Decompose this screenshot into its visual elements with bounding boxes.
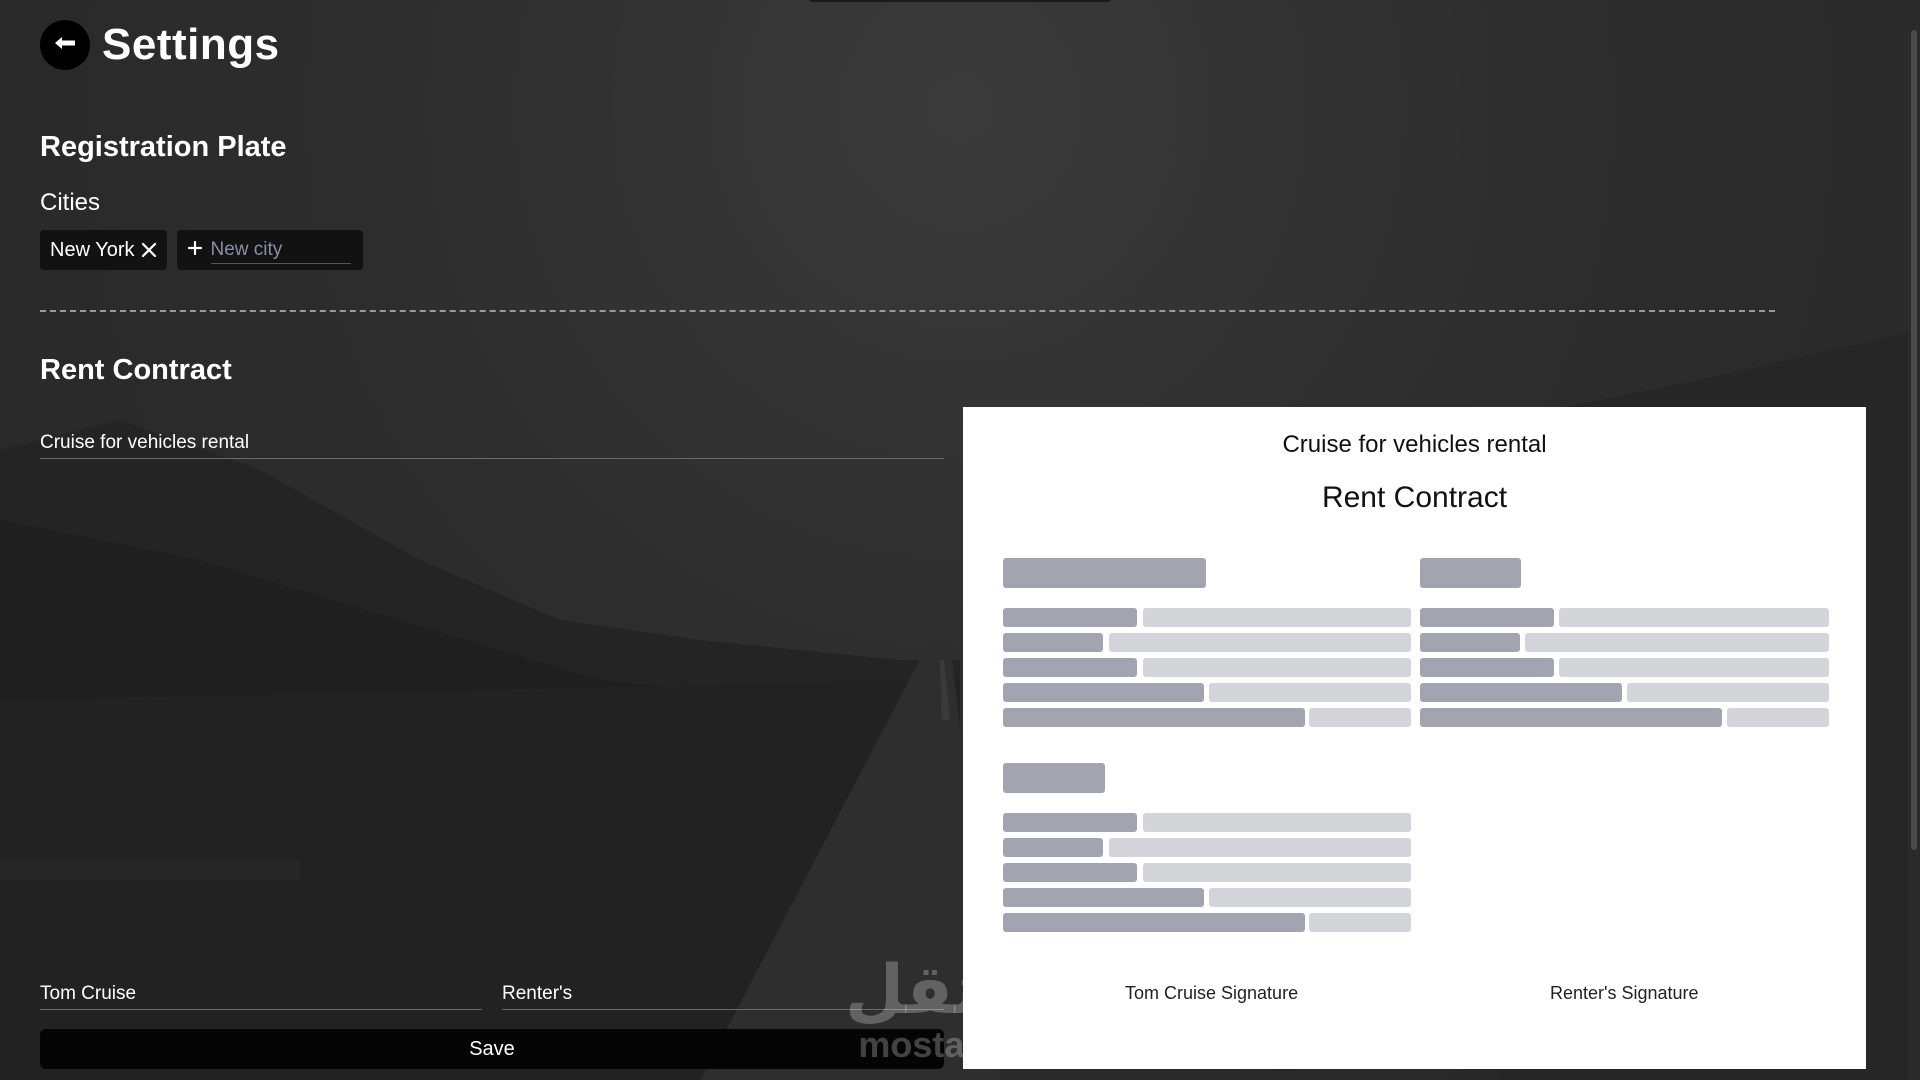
preview-placeholder-line <box>1420 633 1520 652</box>
preview-document-title: Rent Contract <box>1321 481 1508 514</box>
company-name-input[interactable] <box>40 428 944 459</box>
preview-owner-signature: Tom Cruise Signature <box>1125 983 1299 1003</box>
preview-placeholder-heading <box>1003 763 1105 793</box>
new-city-field <box>176 230 363 270</box>
preview-placeholder-heading <box>1420 558 1521 588</box>
preview-placeholder-line <box>1003 658 1137 677</box>
preview-placeholder-line <box>1525 633 1829 652</box>
page-header: Settings <box>40 20 280 70</box>
owner-signature-input[interactable] <box>40 979 482 1010</box>
top-accent-line <box>810 0 1110 2</box>
renter-signature-input[interactable] <box>502 979 944 1010</box>
city-chip-label: New York <box>50 238 135 261</box>
preview-placeholder-line <box>1559 658 1829 677</box>
section-divider <box>40 310 1775 312</box>
preview-placeholder-line <box>1627 683 1829 702</box>
preview-placeholder-line <box>1209 888 1411 907</box>
arrow-left-icon <box>52 34 78 57</box>
preview-placeholder-line <box>1727 708 1829 727</box>
preview-placeholder-line <box>1109 838 1411 857</box>
preview-placeholder-line <box>1143 658 1411 677</box>
plus-icon[interactable] <box>187 240 203 261</box>
close-icon[interactable] <box>139 240 159 260</box>
preview-company-name: Cruise for vehicles rental <box>1282 431 1547 458</box>
new-city-input[interactable] <box>210 236 351 264</box>
preview-placeholder-line <box>1003 813 1137 832</box>
vertical-scrollbar[interactable] <box>1908 0 1920 1080</box>
preview-placeholder-line <box>1209 683 1411 702</box>
preview-placeholder-line <box>1420 683 1622 702</box>
contract-preview: Cruise for vehicles rental Rent Contract… <box>963 407 1866 1069</box>
preview-placeholder-line <box>1003 608 1137 627</box>
preview-placeholder-heading <box>1003 558 1206 588</box>
preview-placeholder-line <box>1003 633 1103 652</box>
back-button[interactable] <box>40 20 90 70</box>
preview-placeholder-line <box>1003 888 1204 907</box>
cities-chip-row: New York <box>40 230 363 270</box>
preview-placeholder-line <box>1109 633 1411 652</box>
preview-placeholder-line <box>1003 913 1305 932</box>
preview-renter-signature: Renter's Signature <box>1550 983 1699 1003</box>
cities-label: Cities <box>40 189 101 216</box>
preview-placeholder-line <box>1143 863 1411 882</box>
save-button[interactable]: Save <box>40 1029 944 1069</box>
preview-placeholder-line <box>1420 658 1554 677</box>
preview-placeholder-line <box>1420 708 1722 727</box>
preview-placeholder-line <box>1003 863 1137 882</box>
preview-placeholder-line <box>1420 608 1554 627</box>
rent-contract-title: Rent Contract <box>40 354 232 386</box>
preview-placeholder-line <box>1143 813 1411 832</box>
scrollbar-thumb[interactable] <box>1911 30 1917 850</box>
page-title: Settings <box>102 20 280 69</box>
preview-placeholder-line <box>1309 913 1411 932</box>
preview-placeholder-line <box>1003 838 1103 857</box>
preview-placeholder-line <box>1003 683 1204 702</box>
preview-placeholder-line <box>1309 708 1411 727</box>
registration-plate-title: Registration Plate <box>40 131 287 163</box>
preview-placeholder-line <box>1559 608 1829 627</box>
city-chip: New York <box>40 230 167 270</box>
preview-placeholder-line <box>1003 708 1305 727</box>
preview-placeholder-line <box>1143 608 1411 627</box>
